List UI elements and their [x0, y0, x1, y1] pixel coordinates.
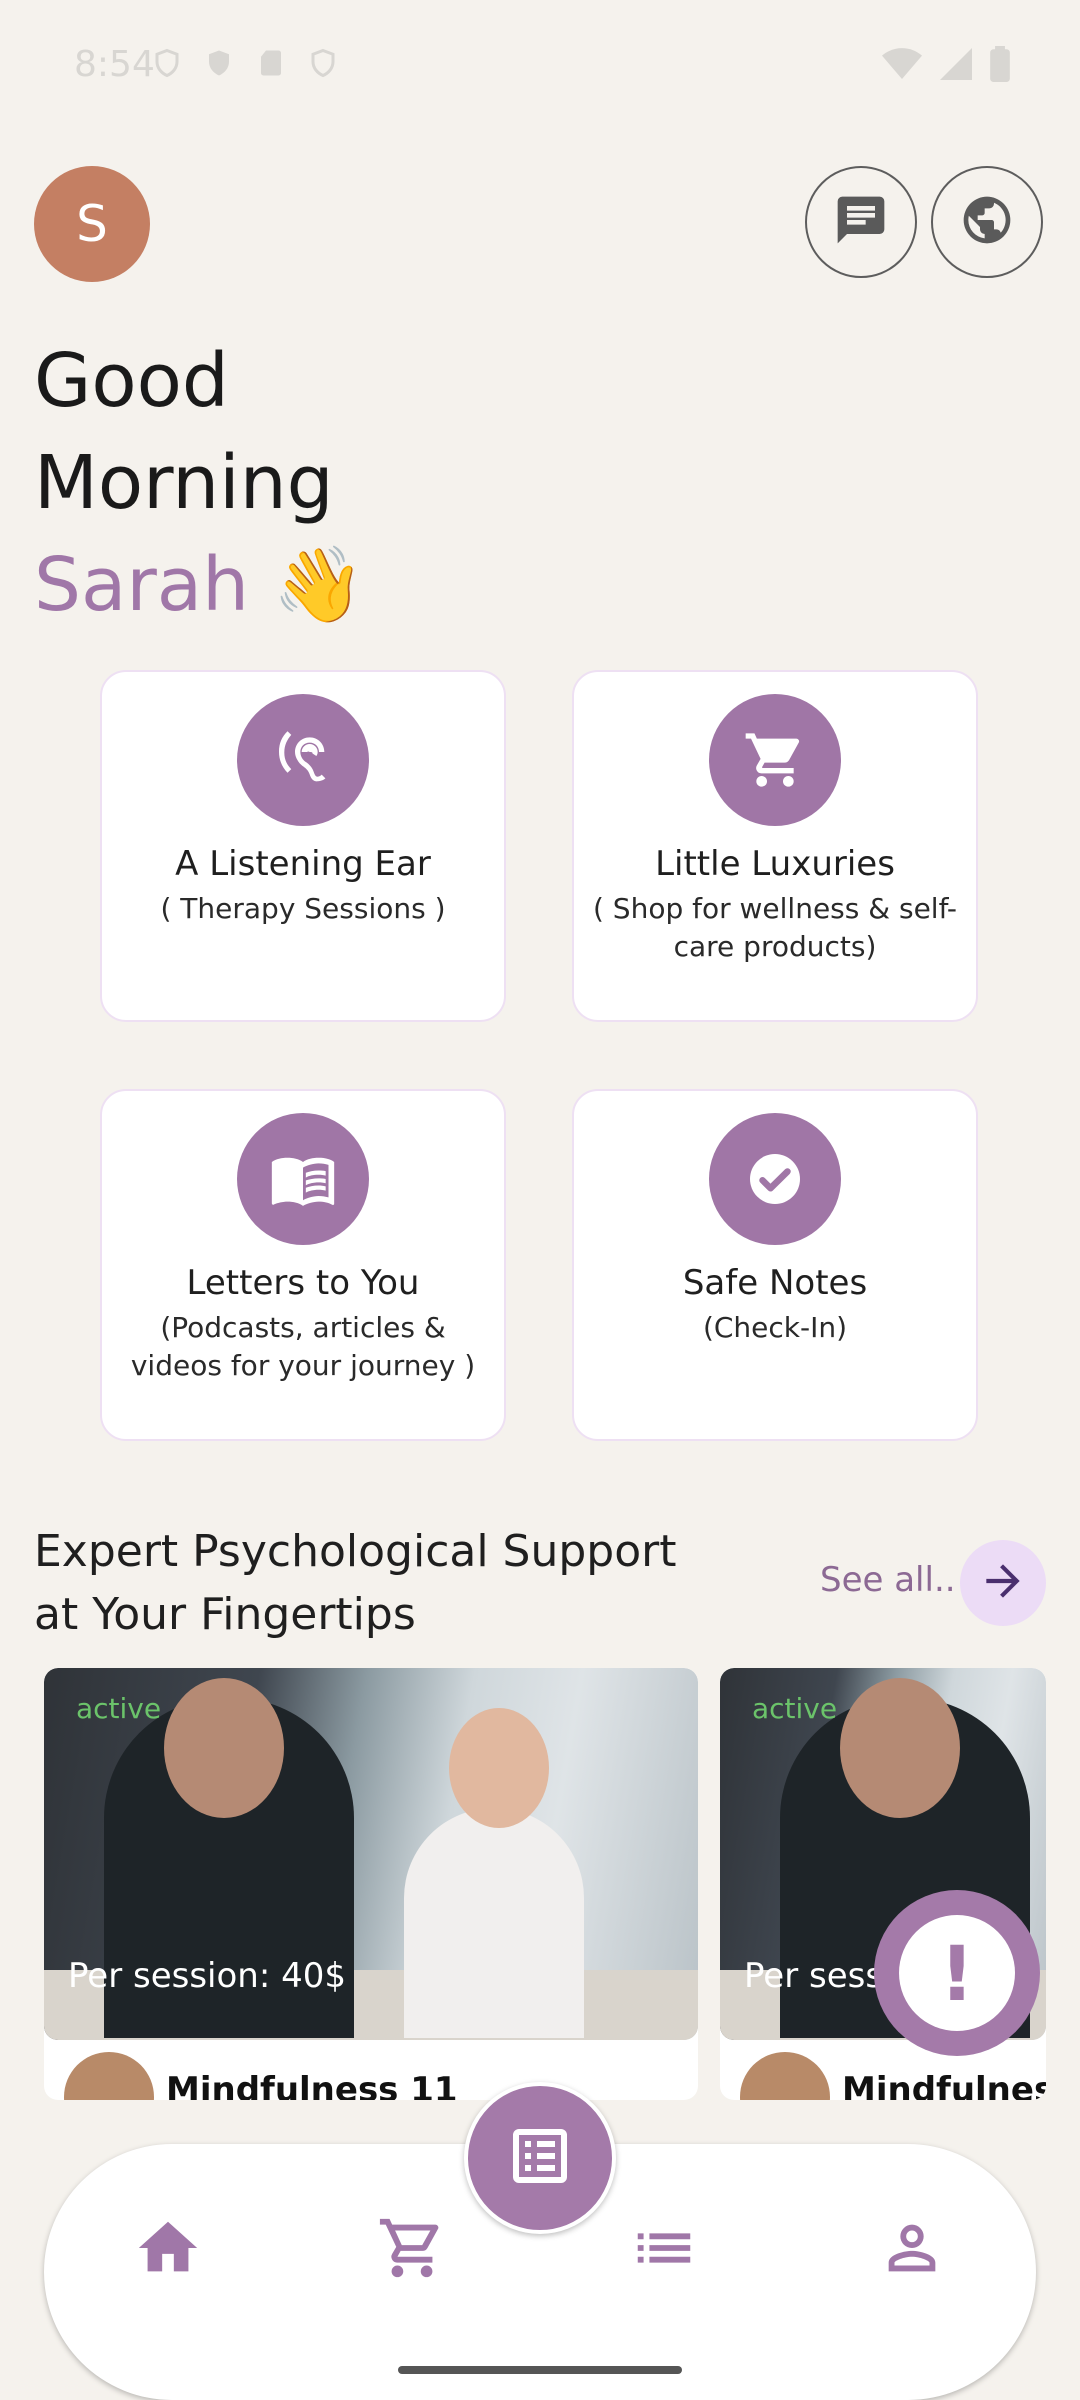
status-time: 8:54: [74, 44, 155, 85]
expert-avatar: [64, 2052, 154, 2100]
shield-icon: [308, 48, 338, 78]
service-card-listening-ear[interactable]: A Listening Ear ( Therapy Sessions ): [100, 670, 506, 1022]
service-subtitle: (Check-In): [702, 1311, 848, 1344]
service-subtitle: ( Shop for wellness & self-care products…: [592, 892, 958, 963]
greeting-line-1: Good: [34, 338, 229, 424]
list-icon: [629, 2213, 699, 2287]
language-button[interactable]: [931, 166, 1043, 278]
avatar[interactable]: S: [34, 166, 150, 282]
nav-profile[interactable]: [872, 2210, 952, 2290]
service-title: A Listening Ear: [175, 844, 431, 884]
shield-icon: [152, 48, 182, 78]
book-icon: [237, 1113, 369, 1245]
expert-photo: active Per session: 40$: [44, 1668, 698, 2040]
person-icon: [877, 2213, 947, 2287]
service-card-little-luxuries[interactable]: Little Luxuries ( Shop for wellness & se…: [572, 670, 978, 1022]
status-badge: active: [76, 1692, 162, 1725]
chat-button[interactable]: [805, 166, 917, 278]
service-title: Safe Notes: [682, 1263, 868, 1303]
signal-icon: [940, 47, 972, 85]
home-icon: [133, 2213, 203, 2287]
wifi-icon: [882, 47, 922, 85]
expert-avatar: [740, 2052, 830, 2100]
nav-shop[interactable]: [372, 2210, 452, 2290]
service-card-letters-to-you[interactable]: Letters to You (Podcasts, articles & vid…: [100, 1089, 506, 1441]
alert-button[interactable]: !: [874, 1890, 1040, 2056]
check-icon: [709, 1113, 841, 1245]
greeting-line-2: Morning: [34, 440, 334, 526]
gesture-bar: [398, 2366, 682, 2374]
section-title: Expert Psychological Support at Your Fin…: [34, 1526, 677, 1640]
status-badge: active: [752, 1692, 838, 1725]
service-title: Little Luxuries: [655, 844, 895, 884]
shield-icon: [204, 48, 234, 78]
expert-name: Mindfulness 11: [166, 2070, 458, 2100]
exclamation-icon: !: [899, 1915, 1015, 2031]
battery-icon: [990, 46, 1010, 86]
expert-card[interactable]: active Per session: 40$ Mindfulness 11: [44, 1668, 698, 2100]
list-document-icon: [504, 2120, 576, 2196]
service-card-safe-notes[interactable]: Safe Notes (Check-In): [572, 1089, 978, 1441]
nav-list[interactable]: [624, 2210, 704, 2290]
status-bar: 8:54: [0, 0, 1080, 130]
wave-emoji: 👋: [272, 542, 365, 628]
expert-name: Mindfulness: [842, 2070, 1046, 2100]
service-subtitle: (Podcasts, articles & videos for your jo…: [130, 1311, 476, 1382]
service-title: Letters to You: [186, 1263, 420, 1303]
cart-icon: [377, 2213, 447, 2287]
cart-icon: [709, 694, 841, 826]
globe-icon: [959, 192, 1015, 252]
see-all-link[interactable]: See all..: [820, 1560, 956, 1600]
service-subtitle: ( Therapy Sessions ): [160, 892, 446, 925]
greeting: Good Morning Sarah 👋: [34, 330, 365, 636]
user-name: Sarah: [34, 542, 249, 628]
ear-icon: [237, 694, 369, 826]
nav-home[interactable]: [128, 2210, 208, 2290]
arrow-right-icon: [978, 1556, 1028, 1610]
sd-card-icon: [256, 48, 286, 78]
see-all-button[interactable]: [960, 1540, 1046, 1626]
avatar-initial: S: [76, 195, 108, 253]
center-action-button[interactable]: [464, 2082, 616, 2234]
session-price: Per session: 40$: [68, 1956, 347, 1996]
chat-icon: [833, 192, 889, 252]
